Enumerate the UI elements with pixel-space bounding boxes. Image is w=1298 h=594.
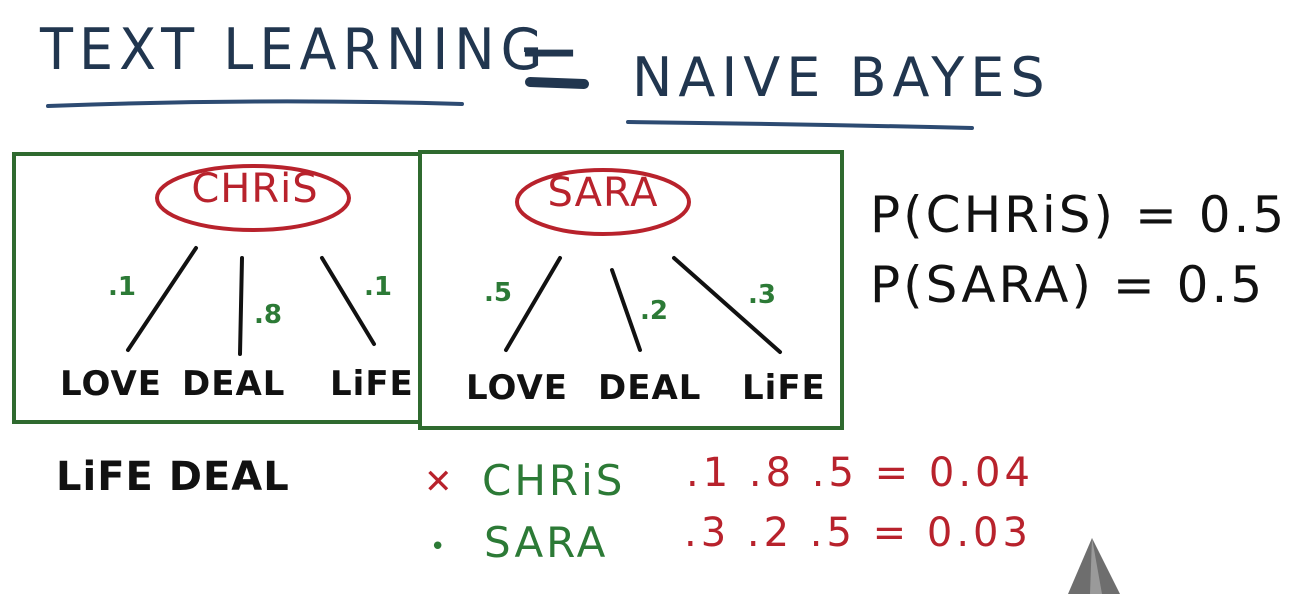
chris-branch-deal <box>238 256 244 356</box>
chris-branch-life <box>320 256 376 346</box>
whiteboard-strokes <box>46 77 1120 594</box>
title-underline-right <box>626 120 974 130</box>
title-underline-left <box>46 99 464 108</box>
sara-branch-love <box>504 256 562 352</box>
sara-branch-deal <box>610 268 642 352</box>
chris-branch-love <box>126 246 198 352</box>
sara-branch-life <box>672 256 782 354</box>
title-dash-bar <box>525 77 589 89</box>
sara-oval <box>515 168 691 236</box>
chris-oval <box>155 164 351 232</box>
